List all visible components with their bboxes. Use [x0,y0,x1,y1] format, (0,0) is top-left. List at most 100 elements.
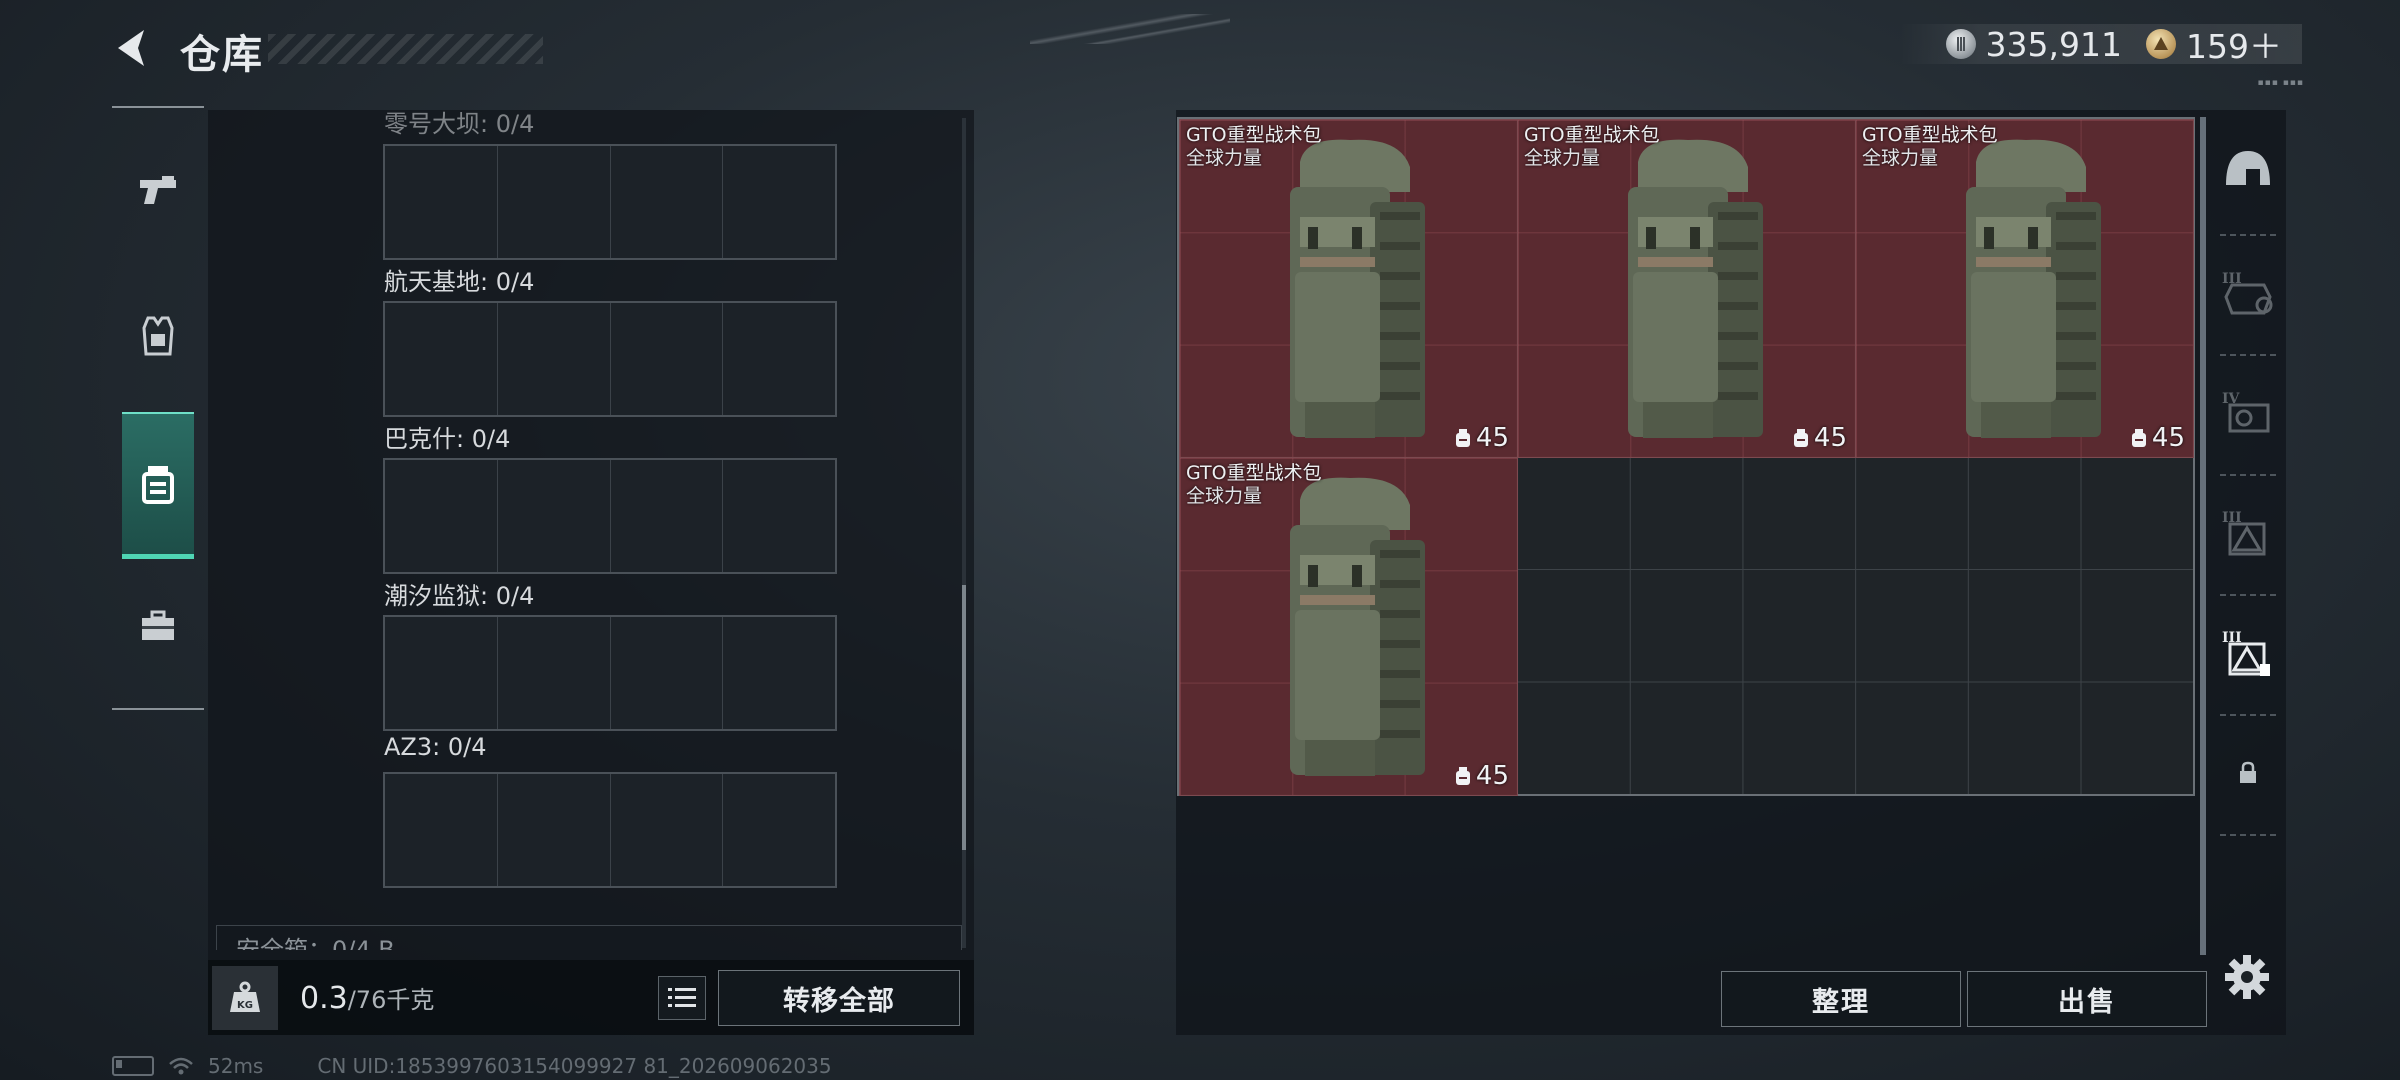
backpack-capacity-icon [2131,429,2146,447]
item-capacity-value: 45 [1475,423,1509,453]
gear-icon[interactable] [2222,952,2272,1002]
item-capacity: 45 [2130,423,2185,453]
item-capacity-value: 45 [1475,761,1509,791]
gold-currency-value[interactable]: 159＋ [2186,20,2282,68]
category-weapons[interactable] [122,120,194,260]
storage-slot[interactable] [611,774,724,886]
category-rail [112,106,204,710]
background-streak [1030,14,1230,44]
item-name: GTO重型战术包 [1186,124,1322,146]
slot-armor-tier4[interactable]: IV [2210,354,2286,472]
item-capacity-value: 45 [1813,423,1847,453]
armor-tier3-icon: III [2222,271,2273,315]
backpack-image [1966,139,2101,438]
backpack-icon [142,466,174,504]
storage-slot[interactable] [385,303,498,415]
weight-icon-box: KG [212,966,278,1030]
storage-slot[interactable] [611,303,724,415]
item-faction: 全球力量 [1524,147,1601,169]
backpack-image [1290,139,1425,438]
storage-slot[interactable] [723,774,835,886]
category-backpacks[interactable] [122,412,194,559]
section-label: 航天基地: 0/4 [384,268,535,296]
storage-slot-row[interactable] [383,772,837,888]
slot-armor-tier3[interactable]: III [2210,234,2286,352]
inventory-item[interactable]: GTO重型战术包 全球力量 45 [1179,457,1518,796]
storage-slot[interactable] [385,774,498,886]
storage-slot[interactable] [723,617,835,729]
currency-bar: 335,911 159＋ [1899,24,2302,66]
inventory-grid[interactable]: GTO重型战术包 全球力量 45 GTO重型战术包 全球力量 45 GTO重型战… [1177,117,2195,796]
storage-slot[interactable] [498,146,611,258]
sell-button[interactable]: 出售 [1967,971,2207,1027]
section-label: 潮汐监狱: 0/4 [384,582,535,610]
weight-readout: 0.3/76千克 [300,980,434,1016]
title-decoration [268,34,543,64]
inventory-scrollbar[interactable] [2200,117,2206,955]
backpack-tier3-icon: III [2222,510,2266,556]
item-name: GTO重型战术包 [1186,462,1322,484]
inventory-item[interactable]: GTO重型战术包 全球力量 45 [1517,119,1856,458]
storage-slot[interactable] [385,146,498,258]
item-faction: 全球力量 [1186,485,1263,507]
list-view-button[interactable] [658,976,706,1020]
storage-scrollbar-thumb[interactable] [962,585,966,850]
toolbox-icon [142,610,174,640]
slot-helmet[interactable] [2210,110,2286,228]
backpack-image [1290,477,1425,776]
item-capacity: 45 [1792,423,1847,453]
storage-slot[interactable] [611,617,724,729]
storage-slot-row[interactable] [383,615,837,731]
transfer-all-button[interactable]: 转移全部 [718,970,960,1026]
storage-slot-row[interactable] [383,301,837,417]
weight-capacity: /76千克 [347,986,435,1014]
category-armor[interactable] [122,266,194,406]
storage-slot[interactable] [723,303,835,415]
item-faction: 全球力量 [1186,147,1263,169]
uid-text: CN UID:1853997603154099927 81_2026090620… [317,1054,832,1078]
safe-box-label-partial: 安全箱：0/4 B [236,936,395,950]
rail-top-divider [112,106,204,108]
inventory-item[interactable]: GTO重型战术包 全球力量 45 [1179,119,1518,458]
inventory-item[interactable]: GTO重型战术包 全球力量 45 [1855,119,2194,458]
item-name: GTO重型战术包 [1862,124,1998,146]
storage-scroll-area[interactable]: 零号大坝: 0/4 航天基地: 0/4 巴克什: 0/4 潮汐监狱: 0/4 A… [208,110,974,950]
storage-slot[interactable] [385,460,498,572]
slot-backpack-tier3[interactable]: III [2210,474,2286,592]
item-capacity: 45 [1454,423,1509,453]
weight-icon-label: KG [237,1000,253,1011]
item-faction: 全球力量 [1862,147,1939,169]
silver-coin-icon [1945,29,1976,59]
ping-value: 52ms [208,1054,264,1078]
wifi-icon [169,1057,193,1075]
gold-coin-icon [2146,29,2176,59]
storage-slot-row[interactable] [383,458,837,574]
rail-divider [2220,834,2276,838]
storage-slot[interactable] [498,303,611,415]
storage-slot[interactable] [723,146,835,258]
storage-slot[interactable] [498,460,611,572]
backpack-capacity-icon [1455,767,1470,785]
sort-button[interactable]: 整理 [1721,971,1961,1027]
category-equipment[interactable] [122,556,194,696]
region-tag: ▪▪▪ ▪▪▪ [2257,78,2304,88]
page-title: 仓库 [180,32,264,78]
storage-slot[interactable] [723,460,835,572]
backpack-capacity-icon [1455,429,1470,447]
silver-currency-value: 335,911 [1985,24,2122,64]
back-arrow-icon[interactable] [110,26,154,70]
storage-slot[interactable] [611,146,724,258]
slot-backpack-selected[interactable]: III [2210,594,2286,712]
storage-footer: KG 0.3/76千克 转移全部 [208,960,974,1035]
list-icon [668,988,696,1007]
storage-slot[interactable] [611,460,724,572]
storage-slot[interactable] [498,774,611,886]
storage-slot[interactable] [498,617,611,729]
section-label: 零号大坝: 0/4 [384,110,535,138]
storage-slot-row[interactable] [383,144,837,260]
armor-tier4-icon: IV [2222,391,2270,433]
battery-icon [112,1056,154,1076]
storage-slot[interactable] [385,617,498,729]
lock-icon [2240,761,2256,783]
slot-locked[interactable] [2210,714,2286,832]
